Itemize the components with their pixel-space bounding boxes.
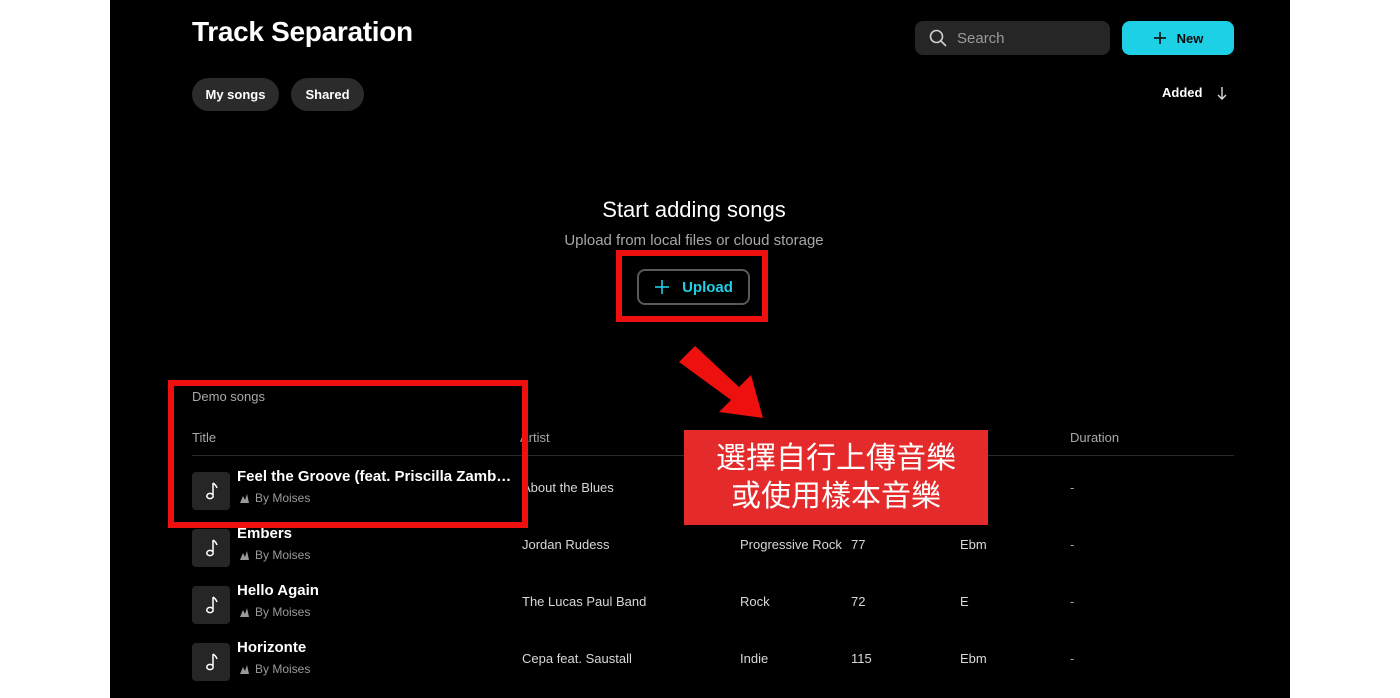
callout-line-1: 選擇自行上傳音樂 — [716, 440, 956, 476]
song-genre: Indie — [740, 651, 769, 666]
column-duration[interactable]: Duration — [1070, 430, 1119, 445]
song-artist: About the Blues — [522, 480, 614, 495]
annotation-callout: 選擇自行上傳音樂 或使用樣本音樂 — [684, 430, 988, 525]
song-duration: - — [1070, 537, 1075, 552]
table-row[interactable]: Embers By Moises Jordan Rudess Progressi… — [192, 525, 1234, 586]
song-title: Hello Again — [237, 582, 319, 599]
moises-icon — [240, 493, 249, 503]
song-bpm: 72 — [851, 594, 866, 609]
song-thumbnail — [192, 586, 230, 624]
empty-state-subtitle: Upload from local files or cloud storage — [564, 232, 824, 249]
table-row[interactable]: Hello Again By Moises The Lucas Paul Ban… — [192, 582, 1234, 643]
upload-button[interactable]: Upload — [637, 269, 750, 305]
annotation-arrow-icon — [679, 346, 763, 418]
empty-state-title: Start adding songs — [602, 197, 786, 222]
song-owner-label: By Moises — [255, 491, 311, 505]
song-title: Feel the Groove (feat. Priscilla Zamborl… — [237, 468, 517, 485]
song-key: Ebm — [960, 651, 987, 666]
search-input[interactable] — [957, 29, 1097, 47]
table-row[interactable]: Horizonte By Moises Cepa feat. Saustall … — [192, 639, 1234, 698]
song-owner: By Moises — [239, 605, 310, 619]
new-button[interactable]: New — [1122, 21, 1234, 55]
song-artist: Cepa feat. Saustall — [522, 651, 632, 666]
song-genre: Progressive Rock — [740, 537, 842, 552]
callout-line-2: 或使用樣本音樂 — [731, 478, 941, 514]
song-artist: The Lucas Paul Band — [522, 594, 647, 609]
moises-icon — [240, 664, 249, 674]
moises-icon — [240, 550, 249, 560]
music-note-icon — [206, 482, 218, 500]
song-owner-label: By Moises — [255, 605, 311, 619]
upload-button-label: Upload — [682, 278, 733, 296]
song-owner-label: By Moises — [255, 662, 311, 676]
song-title: Horizonte — [237, 639, 307, 656]
arrow-down-icon — [1217, 86, 1227, 100]
song-bpm: 77 — [851, 537, 866, 552]
song-genre: Rock — [740, 594, 770, 609]
filter-my-songs[interactable]: My songs — [192, 78, 279, 111]
plus-icon — [655, 280, 670, 294]
page-title: Track Separation — [192, 16, 413, 47]
moises-icon — [240, 607, 249, 617]
song-owner-label: By Moises — [255, 548, 311, 562]
song-artist: Jordan Rudess — [522, 537, 610, 552]
music-note-icon — [206, 596, 218, 614]
song-thumbnail — [192, 643, 230, 681]
song-title: Embers — [237, 525, 293, 542]
column-artist[interactable]: Artist — [520, 430, 550, 445]
sort-label: Added — [1162, 85, 1203, 100]
song-owner: By Moises — [239, 548, 310, 562]
app-window: Track Separation New My songs Shared Add… — [110, 0, 1290, 698]
music-note-icon — [206, 539, 218, 557]
song-duration: - — [1070, 651, 1075, 666]
song-key: E — [960, 594, 969, 609]
new-button-label: New — [1176, 30, 1204, 46]
song-owner: By Moises — [239, 491, 310, 505]
column-title[interactable]: Title — [192, 430, 216, 445]
search-box[interactable] — [915, 21, 1110, 55]
plus-icon — [1153, 32, 1166, 44]
song-thumbnail — [192, 472, 230, 510]
song-duration: - — [1070, 594, 1075, 609]
song-owner: By Moises — [239, 662, 310, 676]
music-note-icon — [206, 653, 218, 671]
song-key: Ebm — [960, 537, 987, 552]
song-bpm: 115 — [851, 651, 872, 666]
filter-shared[interactable]: Shared — [291, 78, 364, 111]
search-icon — [929, 29, 947, 47]
demo-songs-label: Demo songs — [192, 389, 265, 404]
song-duration: - — [1070, 480, 1075, 495]
sort-added[interactable]: Added — [1162, 85, 1228, 100]
song-thumbnail — [192, 529, 230, 567]
